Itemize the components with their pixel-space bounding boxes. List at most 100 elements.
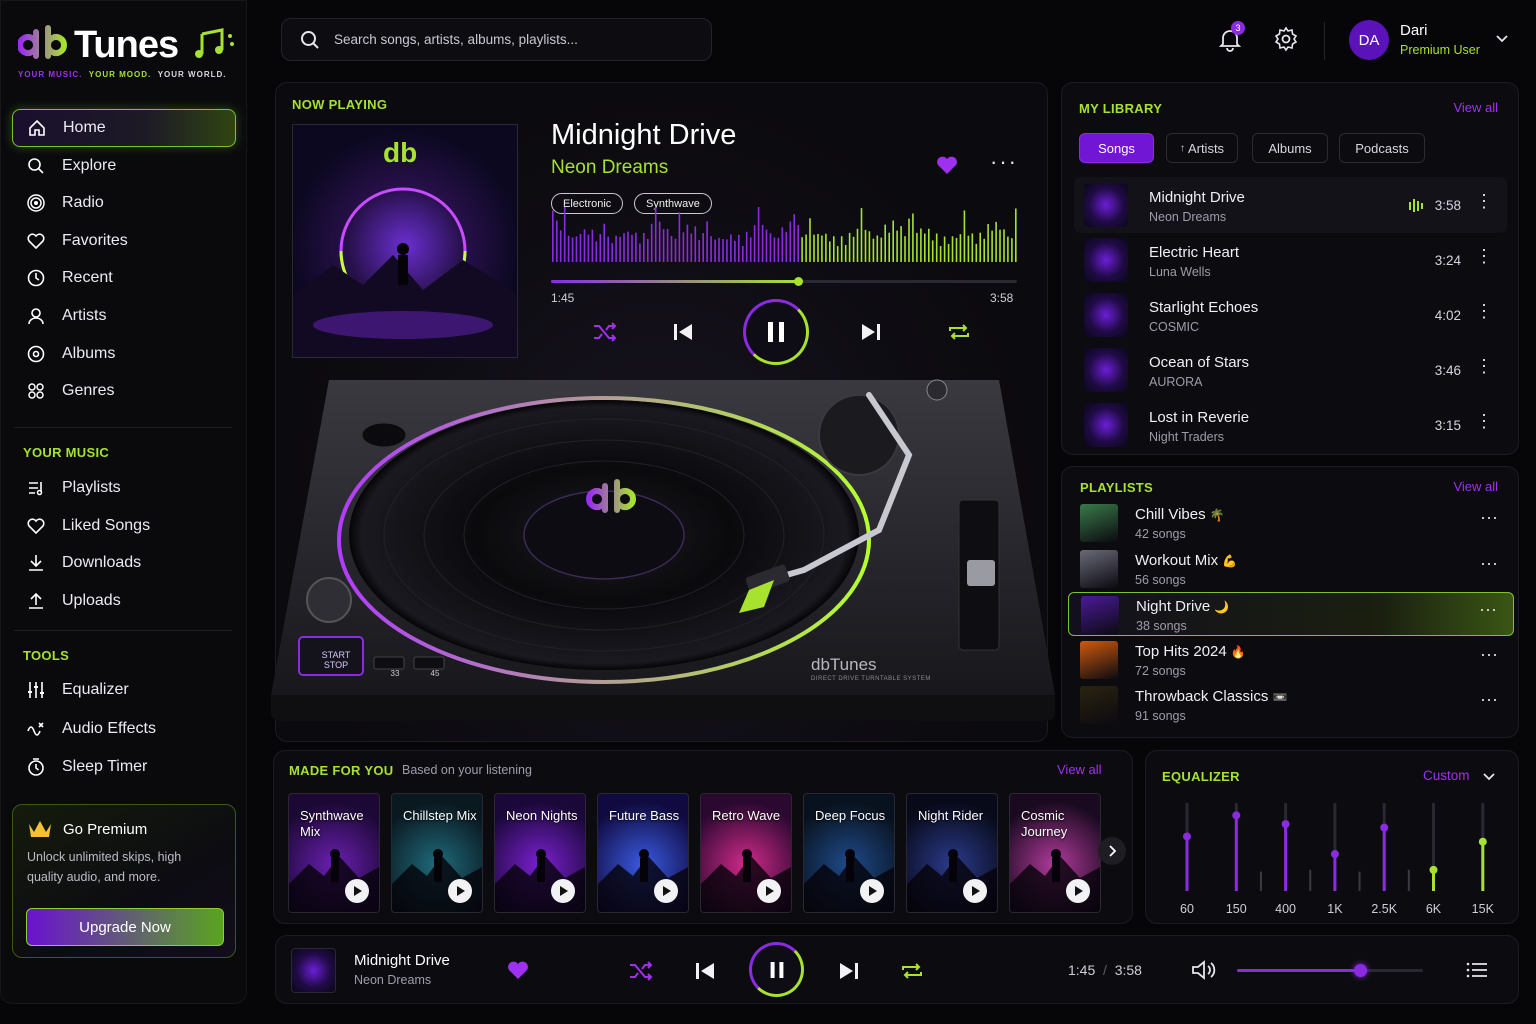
playlist-row[interactable]: Chill Vibes 🌴 42 songs ··· <box>1068 501 1514 545</box>
playlist-card[interactable]: Retro Wave <box>700 793 792 913</box>
eq-handle[interactable] <box>1232 811 1241 820</box>
eq-handle[interactable] <box>1183 832 1191 841</box>
mini-album-cover[interactable] <box>291 948 336 993</box>
playlists-view-all[interactable]: View all <box>1453 479 1498 494</box>
avatar[interactable]: DA <box>1349 20 1389 60</box>
repeat-icon[interactable] <box>946 321 972 343</box>
song-row[interactable]: Starlight Echoes COSMIC 4:02 ⋮ <box>1074 287 1507 343</box>
brand-logo[interactable]: Tunes YOUR MUSIC. YOUR MOOD. YOUR WORLD. <box>18 22 238 82</box>
eq-handle[interactable] <box>1380 823 1389 832</box>
speed-45-button[interactable]: 45 <box>420 669 450 678</box>
search-input[interactable]: Search songs, artists, albums, playlists… <box>334 32 578 47</box>
card-play-button[interactable] <box>345 879 369 903</box>
playlist-card[interactable]: Neon Nights <box>494 793 586 913</box>
sidebar-item-recent[interactable]: Recent <box>12 259 236 297</box>
eq-handle[interactable] <box>1330 850 1339 859</box>
card-play-button[interactable] <box>551 879 575 903</box>
more-vertical-icon[interactable]: ⋮ <box>1475 191 1493 211</box>
gear-icon[interactable] <box>1273 26 1299 52</box>
sidebar-item-equalizer[interactable]: Equalizer <box>12 671 236 709</box>
more-vertical-icon[interactable]: ⋮ <box>1475 356 1493 376</box>
volume-slider[interactable] <box>1237 964 1423 977</box>
more-vertical-icon[interactable]: ⋮ <box>1475 301 1493 321</box>
sidebar-item-downloads[interactable]: Downloads <box>12 544 236 582</box>
eq-handle[interactable] <box>1429 865 1438 874</box>
card-play-button[interactable] <box>860 879 884 903</box>
repeat-icon[interactable] <box>899 960 925 982</box>
eq-handle[interactable] <box>1478 837 1487 846</box>
sidebar-item-audio-effects[interactable]: Audio Effects <box>12 710 236 748</box>
tab-albums[interactable]: Albums <box>1252 133 1328 163</box>
sidebar-item-albums[interactable]: Albums <box>12 335 236 373</box>
playlist-card[interactable]: Future Bass <box>597 793 689 913</box>
heart-filled-icon[interactable] <box>936 155 958 175</box>
shuffle-icon[interactable] <box>592 321 618 343</box>
search-bar[interactable]: Search songs, artists, albums, playlists… <box>281 18 712 61</box>
more-horizontal-icon[interactable]: ··· <box>1480 689 1498 710</box>
tab-podcasts[interactable]: Podcasts <box>1339 133 1425 163</box>
playlist-card[interactable]: Cosmic Journey <box>1009 793 1101 913</box>
made-for-you-view-all[interactable]: View all <box>1057 762 1102 777</box>
sidebar-item-uploads[interactable]: Uploads <box>12 582 236 620</box>
song-row[interactable]: Midnight Drive Neon Dreams 3:58 ⋮ <box>1074 177 1507 233</box>
playlist-card[interactable]: Night Rider <box>906 793 998 913</box>
volume-handle[interactable] <box>1353 964 1367 977</box>
sidebar-item-genres[interactable]: Genres <box>12 372 236 410</box>
previous-icon[interactable] <box>672 321 694 343</box>
playlist-row[interactable]: Workout Mix 💪 56 songs ··· <box>1068 547 1514 591</box>
sidebar-item-radio[interactable]: Radio <box>12 184 236 222</box>
progress-track[interactable] <box>551 277 1017 286</box>
sidebar-item-liked-songs[interactable]: Liked Songs <box>12 507 236 545</box>
sidebar-item-sleep-timer[interactable]: Sleep Timer <box>12 748 236 786</box>
start-stop-button[interactable]: START STOP <box>313 650 359 670</box>
card-play-button[interactable] <box>654 879 678 903</box>
more-horizontal-icon[interactable]: ··· <box>1480 507 1498 528</box>
song-row[interactable]: Lost in Reverie Night Traders 3:15 ⋮ <box>1074 397 1507 453</box>
play-icon <box>868 886 877 896</box>
upgrade-button[interactable]: Upgrade Now <box>26 908 224 946</box>
card-play-button[interactable] <box>448 879 472 903</box>
playlist-card[interactable]: Chillstep Mix <box>391 793 483 913</box>
playlist-card[interactable]: Synthwave Mix <box>288 793 380 913</box>
more-horizontal-icon[interactable]: ··· <box>1480 553 1498 574</box>
waveform-bar <box>702 233 704 262</box>
eq-handle[interactable] <box>1281 820 1290 829</box>
volume-icon[interactable] <box>1191 959 1217 981</box>
mini-play-pause-button[interactable] <box>749 942 804 997</box>
more-options-icon[interactable]: ··· <box>990 149 1018 175</box>
tab-artists[interactable]: ↑ Artists <box>1166 133 1238 163</box>
speed-33-button[interactable]: 33 <box>380 669 410 678</box>
progress-handle[interactable] <box>793 277 803 286</box>
sidebar-item-playlists[interactable]: Playlists <box>12 469 236 507</box>
playlist-row[interactable]: Top Hits 2024 🔥 72 songs ··· <box>1068 638 1514 682</box>
next-icon[interactable] <box>838 960 860 982</box>
shuffle-icon[interactable] <box>628 960 654 982</box>
sidebar-item-explore[interactable]: Explore <box>12 147 236 185</box>
card-play-button[interactable] <box>757 879 781 903</box>
equalizer-sliders[interactable]: 60 150 400 1K 2.5K 6K 15K <box>1146 751 1520 925</box>
chevron-down-icon[interactable] <box>1495 34 1509 44</box>
sidebar-item-home[interactable]: Home <box>12 109 236 147</box>
playlist-row[interactable]: Throwback Classics 📼 91 songs ··· <box>1068 683 1514 727</box>
next-icon[interactable] <box>860 321 882 343</box>
card-play-button[interactable] <box>963 879 987 903</box>
sidebar-item-artists[interactable]: Artists <box>12 297 236 335</box>
more-horizontal-icon[interactable]: ··· <box>1479 599 1497 620</box>
tab-songs[interactable]: Songs <box>1079 133 1154 163</box>
track-artist[interactable]: Neon Dreams <box>551 157 668 179</box>
library-view-all[interactable]: View all <box>1453 100 1498 115</box>
carousel-next-button[interactable] <box>1098 837 1126 865</box>
previous-icon[interactable] <box>694 960 716 982</box>
more-horizontal-icon[interactable]: ··· <box>1480 644 1498 665</box>
song-row[interactable]: Electric Heart Luna Wells 3:24 ⋮ <box>1074 232 1507 288</box>
song-row[interactable]: Ocean of Stars AURORA 3:46 ⋮ <box>1074 342 1507 398</box>
sidebar-item-favorites[interactable]: Favorites <box>12 222 236 260</box>
heart-filled-icon[interactable] <box>507 960 529 980</box>
playlist-row[interactable]: Night Drive 🌙 38 songs ··· <box>1068 592 1514 636</box>
more-vertical-icon[interactable]: ⋮ <box>1475 411 1493 431</box>
queue-icon[interactable] <box>1466 961 1488 979</box>
play-pause-button[interactable] <box>743 299 809 365</box>
playlist-card[interactable]: Deep Focus <box>803 793 895 913</box>
card-play-button[interactable] <box>1066 879 1090 903</box>
more-vertical-icon[interactable]: ⋮ <box>1475 246 1493 266</box>
